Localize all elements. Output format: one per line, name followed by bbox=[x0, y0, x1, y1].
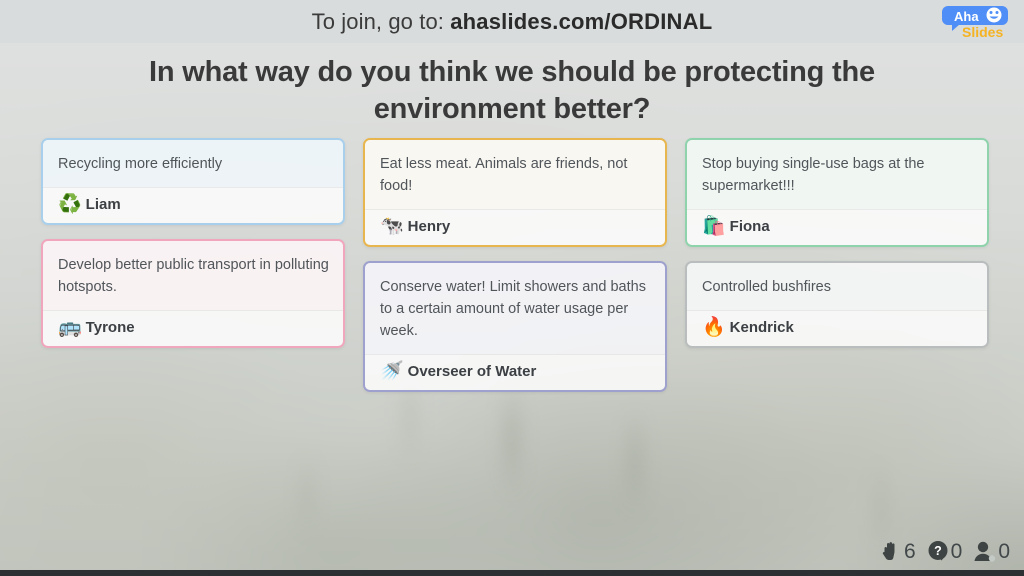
shower-emoji: 🚿 bbox=[380, 361, 404, 383]
response-card[interactable]: Eat less meat. Animals are friends, not … bbox=[363, 138, 667, 248]
fire-emoji: 🔥 bbox=[702, 317, 726, 339]
responses-column-3: Stop buying single-use bags at the super… bbox=[685, 138, 989, 392]
person-icon bbox=[974, 541, 996, 562]
svg-text:Slides: Slides bbox=[962, 24, 1003, 40]
join-instruction-bar: To join, go to: ahaslides.com/ORDINAL bbox=[0, 0, 1024, 43]
response-text: Recycling more efficiently bbox=[43, 140, 343, 188]
presentation-slide: To join, go to: ahaslides.com/ORDINAL Ah… bbox=[0, 0, 1024, 576]
raised-hand-icon bbox=[882, 542, 895, 560]
response-author-row: 🐄 Henry bbox=[365, 209, 665, 246]
recycle-emoji: ♻️ bbox=[58, 194, 82, 216]
responses-board: Recycling more efficiently ♻️ Liam Devel… bbox=[41, 138, 990, 393]
responses-column-1: Recycling more efficiently ♻️ Liam Devel… bbox=[41, 138, 345, 392]
response-author-name: Tyrone bbox=[85, 319, 135, 337]
response-author-row: 🔥 Kendrick bbox=[687, 310, 987, 347]
join-instruction-text: To join, go to: ahaslides.com/ORDINAL bbox=[312, 9, 713, 35]
responses-column-2: Eat less meat. Animals are friends, not … bbox=[363, 138, 667, 393]
response-text: Conserve water! Limit showers and baths … bbox=[365, 263, 665, 355]
response-author-row: 🚿 Overseer of Water bbox=[365, 354, 665, 391]
response-author-name: Liam bbox=[85, 196, 121, 214]
response-author-name: Fiona bbox=[729, 218, 770, 236]
status-bar: 6 ? 0 0 bbox=[879, 539, 1010, 564]
join-url-label: ahaslides.com/ORDINAL bbox=[450, 8, 713, 34]
svg-text:Aha: Aha bbox=[954, 9, 979, 24]
questions-counter[interactable]: ? 0 bbox=[927, 539, 963, 564]
response-author-name: Overseer of Water bbox=[407, 363, 537, 381]
question-mark-icon: ? bbox=[928, 541, 948, 561]
response-card[interactable]: Stop buying single-use bags at the super… bbox=[685, 138, 989, 248]
participants-counter[interactable]: 0 bbox=[973, 540, 1010, 564]
raised-hands-counter[interactable]: 6 bbox=[879, 539, 916, 564]
response-author-name: Kendrick bbox=[729, 319, 794, 337]
response-text: Develop better public transport in pollu… bbox=[43, 241, 343, 311]
response-text: Controlled bushfires bbox=[687, 263, 987, 311]
shopping-bags-emoji: 🛍️ bbox=[702, 216, 726, 238]
response-card[interactable]: Recycling more efficiently ♻️ Liam bbox=[41, 138, 345, 226]
participants-count: 0 bbox=[998, 539, 1010, 563]
response-author-row: ♻️ Liam bbox=[43, 187, 343, 224]
response-author-row: 🚌 Tyrone bbox=[43, 310, 343, 347]
svg-text:?: ? bbox=[934, 544, 942, 558]
response-author-row: 🛍️ Fiona bbox=[687, 209, 987, 246]
response-text: Eat less meat. Animals are friends, not … bbox=[365, 140, 665, 210]
bus-emoji: 🚌 bbox=[58, 317, 82, 339]
response-author-name: Henry bbox=[407, 218, 451, 236]
bottom-edge-strip bbox=[0, 570, 1024, 576]
response-card[interactable]: Conserve water! Limit showers and baths … bbox=[363, 261, 667, 393]
raised-hands-count: 6 bbox=[903, 539, 916, 563]
response-text: Stop buying single-use bags at the super… bbox=[687, 140, 987, 210]
question-title: In what way do you think we should be pr… bbox=[149, 56, 875, 126]
cow-emoji: 🐄 bbox=[380, 216, 404, 238]
join-prefix-label: To join, go to: bbox=[311, 8, 451, 34]
ahaslides-logo: Aha Slides bbox=[934, 3, 1016, 41]
response-card[interactable]: Controlled bushfires 🔥 Kendrick bbox=[685, 261, 989, 349]
response-card[interactable]: Develop better public transport in pollu… bbox=[41, 239, 345, 349]
questions-count: 0 bbox=[950, 539, 963, 563]
